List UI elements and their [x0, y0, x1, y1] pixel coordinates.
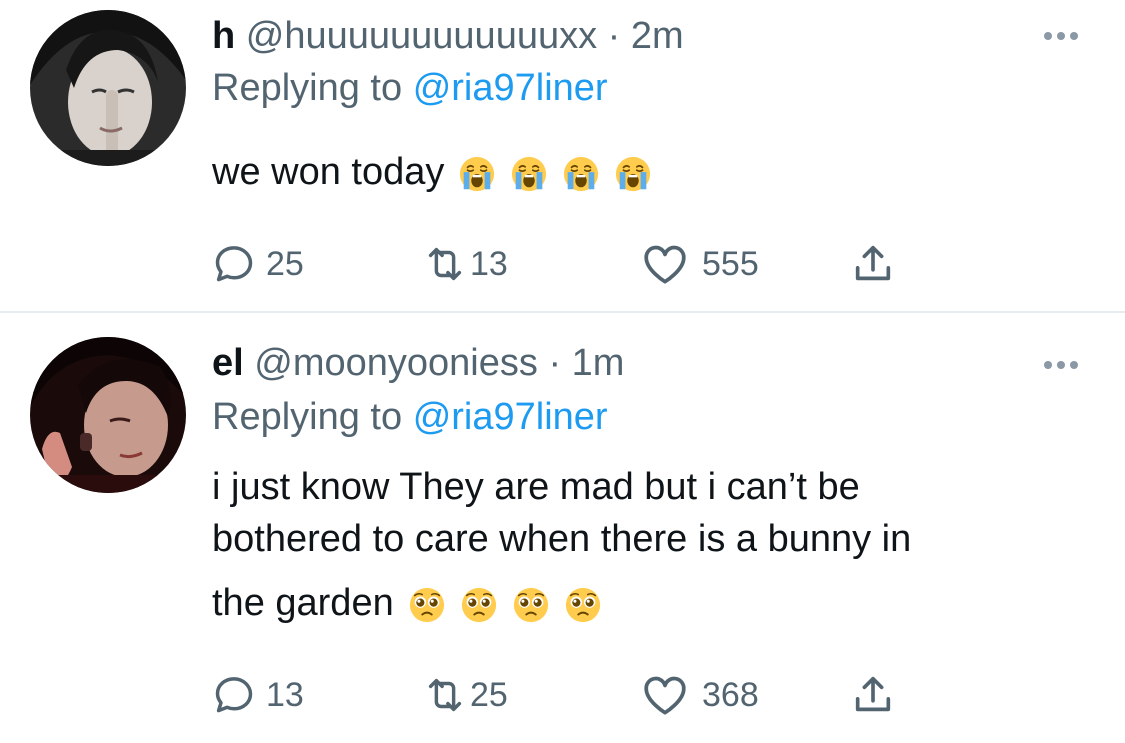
- heart-icon: [640, 670, 690, 720]
- tweet-text-line: the garden: [212, 582, 394, 624]
- pleading-face-icon: [460, 586, 498, 624]
- reply-button[interactable]: 13: [212, 671, 304, 719]
- loudly-crying-face-icon: [510, 155, 548, 193]
- share-button[interactable]: [850, 671, 896, 719]
- tweet-header: el @moonyooniess · 1m: [212, 341, 624, 385]
- avatar[interactable]: [30, 337, 186, 493]
- tweet[interactable]: el @moonyooniess · 1m Replying to @ria97…: [0, 313, 1125, 743]
- avatar[interactable]: [30, 10, 186, 166]
- replying-to-line: Replying to @ria97liner: [212, 66, 608, 110]
- more-options-icon[interactable]: [1044, 30, 1080, 42]
- timestamp[interactable]: 1m: [572, 342, 625, 384]
- timestamp[interactable]: 2m: [631, 15, 684, 57]
- tweet-actions: 13 25 368: [212, 671, 912, 719]
- like-button[interactable]: 368: [640, 671, 759, 719]
- loudly-crying-face-icon: [458, 155, 496, 193]
- tweet-text: we won today: [212, 146, 1072, 198]
- tweet-header: h @huuuuuuuuuuuuxx · 2m: [212, 14, 684, 58]
- tweet[interactable]: h @huuuuuuuuuuuuxx · 2m Replying to @ria…: [0, 0, 1125, 313]
- replying-to-label: Replying to: [212, 67, 403, 109]
- user-handle[interactable]: @moonyooniess: [254, 342, 538, 384]
- reply-count: 25: [266, 244, 304, 283]
- retweet-button[interactable]: 25: [422, 671, 508, 719]
- pleading-face-icon: [512, 586, 550, 624]
- reply-icon: [212, 242, 256, 286]
- reply-count: 13: [266, 675, 304, 714]
- replying-to-label: Replying to: [212, 396, 403, 438]
- replying-to-line: Replying to @ria97liner: [212, 395, 608, 439]
- user-handle[interactable]: @huuuuuuuuuuuuxx: [246, 15, 597, 57]
- retweet-count: 25: [470, 675, 508, 714]
- loudly-crying-face-icon: [614, 155, 652, 193]
- pleading-face-icon: [408, 586, 446, 624]
- like-count: 368: [702, 675, 759, 714]
- heart-icon: [640, 239, 690, 289]
- separator-dot: ·: [607, 15, 621, 57]
- like-count: 555: [702, 244, 759, 283]
- mention-link[interactable]: @ria97liner: [413, 67, 608, 109]
- loudly-crying-face-icon: [562, 155, 600, 193]
- tweet-actions: 25 13 555: [212, 240, 912, 288]
- tweet-text-line: bothered to care when there is a bunny i…: [212, 518, 912, 560]
- retweet-button[interactable]: 13: [422, 240, 508, 288]
- display-name[interactable]: h: [212, 15, 235, 57]
- mention-link[interactable]: @ria97liner: [413, 396, 608, 438]
- reply-icon: [212, 673, 256, 717]
- tweet-text: i just know They are mad but i can’t be …: [212, 461, 1072, 629]
- display-name[interactable]: el: [212, 342, 244, 384]
- share-icon: [850, 672, 896, 718]
- retweet-icon: [422, 241, 468, 287]
- tweet-text-line: i just know They are mad but i can’t be: [212, 466, 860, 508]
- pleading-face-icon: [564, 586, 602, 624]
- tweet-text-last-line: the garden: [212, 577, 1072, 629]
- share-icon: [850, 241, 896, 287]
- retweet-icon: [422, 672, 468, 718]
- retweet-count: 13: [470, 244, 508, 283]
- separator-dot: ·: [548, 342, 562, 384]
- more-options-icon[interactable]: [1044, 359, 1080, 371]
- reply-button[interactable]: 25: [212, 240, 304, 288]
- tweet-text-content: we won today: [212, 151, 445, 193]
- share-button[interactable]: [850, 240, 896, 288]
- like-button[interactable]: 555: [640, 240, 759, 288]
